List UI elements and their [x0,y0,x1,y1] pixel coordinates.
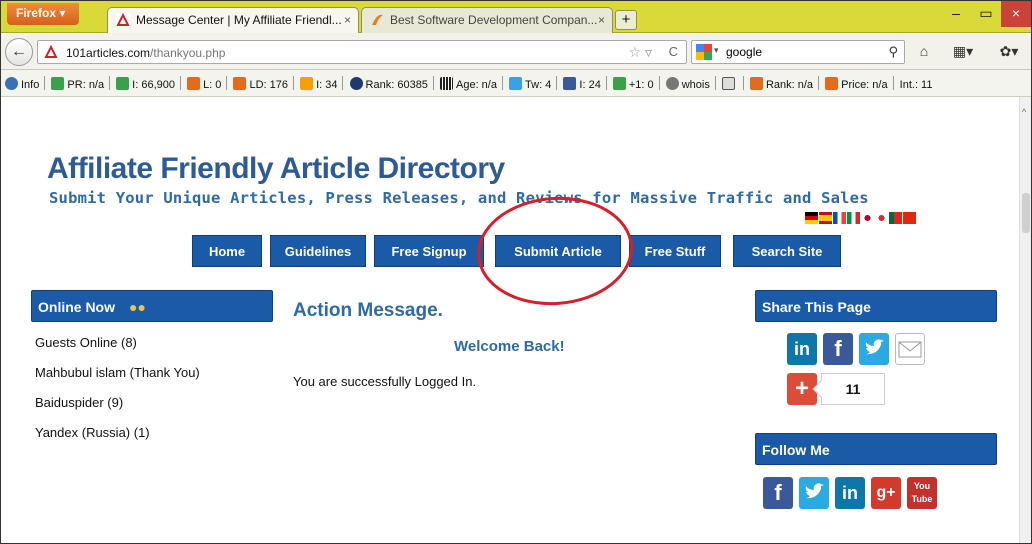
bing-index-item[interactable]: I: 34 [300,77,337,91]
price-item[interactable]: Price: n/a [825,77,888,91]
tab-best-software[interactable]: Best Software Development Compan... × [361,7,613,33]
tab-close-icon[interactable]: × [344,13,351,27]
twitter-bird-icon [865,339,884,355]
reload-icon[interactable]: C [669,44,678,59]
online-now-list: Guests Online (8) Mahbubul islam (Thank … [35,335,200,455]
url-host: 101articles.com [66,46,151,60]
close-window-button[interactable]: × [1001,1,1031,27]
maximize-button[interactable]: ▭ [971,1,1001,27]
flag-spain-icon[interactable] [819,212,832,224]
home-icon[interactable]: ⌂ [911,39,937,65]
flag-korea-icon[interactable] [875,212,888,224]
back-button[interactable]: ← [5,38,33,66]
email-share-icon[interactable] [895,333,925,365]
links-item[interactable]: L: 0 [187,77,221,91]
scrollbar-thumb[interactable] [1022,193,1030,233]
flag-italy-icon[interactable] [847,212,860,224]
google-icon [696,44,712,60]
flag-china-icon[interactable] [903,212,916,224]
url-text[interactable]: 101articles.com/thankyou.php [66,46,225,60]
follow-header: Follow Me [755,433,997,465]
web-page: Affiliate Friendly Article Directory Sub… [1,97,1019,543]
menu-submit-article[interactable]: Submit Article [495,235,621,267]
site-favicon-icon [372,14,383,25]
menu-home[interactable]: Home [192,235,262,267]
flag-germany-icon[interactable] [805,212,818,224]
login-status-message: You are successfully Logged In. [293,374,477,389]
online-entry[interactable]: Yandex (Russia) (1) [35,425,200,455]
action-message-title: Action Message. [293,300,443,321]
envelope-icon [898,341,922,358]
new-tab-button[interactable]: + [615,10,637,30]
firefox-menu-button[interactable]: Firefox ▾ [7,3,79,25]
search-bar[interactable]: ▾ ⚲ [691,40,905,64]
menu-guidelines[interactable]: Guidelines [270,235,366,267]
facebook-item[interactable]: I: 24 [563,77,601,91]
tab-label: Best Software Development Compan... [390,13,598,27]
menu-search-site[interactable]: Search Site [733,235,841,267]
vertical-scrollbar[interactable]: ^ [1019,97,1031,543]
title-bar: Firefox ▾ Message Center | My Affiliate … [1,1,1031,33]
tab-label: Message Center | My Affiliate Friendl... [136,13,342,27]
url-path: /thankyou.php [150,46,226,60]
browser-window: Firefox ▾ Message Center | My Affiliate … [0,0,1032,544]
linking-domains-item[interactable]: LD: 176 [233,77,288,91]
addon-gear-icon[interactable]: ✿▾ [989,39,1029,65]
share-count: 11 [845,381,861,397]
facebook-follow-icon[interactable]: f [763,477,793,509]
flag-portugal-icon[interactable] [889,212,902,224]
search-icon[interactable]: ⚲ [888,44,898,60]
twitter-share-icon[interactable] [859,333,889,365]
menu-free-stuff[interactable]: Free Stuff [629,235,721,267]
semrush-rank-item[interactable]: Rank: n/a [749,77,813,91]
search-engine-dropdown-icon[interactable]: ▾ [714,45,719,56]
site-title[interactable]: Affiliate Friendly Article Directory [47,152,505,186]
minimize-button[interactable]: ‒ [941,1,971,27]
online-entry[interactable]: Baiduspider (9) [35,395,200,425]
bookmark-star-icon[interactable]: ☆ ▿ [629,44,652,61]
online-now-header: Online Now ●● [31,290,273,322]
googleplus-follow-icon[interactable]: g+ [871,477,901,509]
people-icon: ●● [129,299,146,315]
plusone-item[interactable]: +1: 0 [612,77,654,91]
language-flags [805,212,917,225]
info-item[interactable]: Info [5,77,39,91]
online-entry[interactable]: Guests Online (8) [35,335,200,365]
tab-close-icon[interactable]: × [598,13,605,27]
online-now-title: Online Now [38,299,115,315]
linkedin-share-icon[interactable]: in [787,333,817,365]
online-entry[interactable]: Mahbubul islam (Thank You) [35,365,200,395]
share-header: Share This Page [755,290,997,322]
twitter-follow-icon[interactable] [799,477,829,509]
tab-message-center[interactable]: Message Center | My Affiliate Friendl...… [107,7,359,33]
internal-links-item[interactable]: Int.: 11 [900,79,933,91]
youtube-follow-icon[interactable]: You Tube [907,477,937,509]
address-bar[interactable]: 101articles.com/thankyou.php ☆ ▿ C [37,40,687,64]
site-subtitle: Submit Your Unique Articles, Press Relea… [49,189,869,207]
twitter-item[interactable]: Tw: 4 [509,77,551,91]
age-item[interactable]: Age: n/a [440,77,497,91]
welcome-message: Welcome Back! [454,338,565,355]
navigation-bar: ← 101articles.com/thankyou.php ☆ ▿ C ▾ ⚲… [1,33,1031,70]
whois-item[interactable]: whois [665,77,710,91]
seo-toolbar: Info PR: n/a I: 66,900 L: 0 LD: 176 I: 3… [1,70,1031,97]
facebook-share-icon[interactable]: f [823,333,853,365]
menu-free-signup[interactable]: Free Signup [374,235,484,267]
site-favicon-icon [44,45,58,58]
flag-france-icon[interactable] [833,212,846,224]
site-favicon-icon [116,13,130,27]
source-item[interactable] [721,77,738,91]
linkedin-follow-icon[interactable]: in [835,477,865,509]
twitter-bird-icon [805,483,824,499]
alexa-rank-item[interactable]: Rank: 60385 [349,77,428,91]
share-count-badge: 11 [812,373,885,405]
flag-japan-icon[interactable] [861,212,874,224]
scroll-up-icon[interactable]: ^ [1022,107,1026,117]
extension-menu-icon[interactable]: ▦▾ [945,39,981,65]
pagerank-item[interactable]: PR: n/a [51,77,104,91]
search-input[interactable] [726,43,876,61]
google-index-item[interactable]: I: 66,900 [116,77,175,91]
